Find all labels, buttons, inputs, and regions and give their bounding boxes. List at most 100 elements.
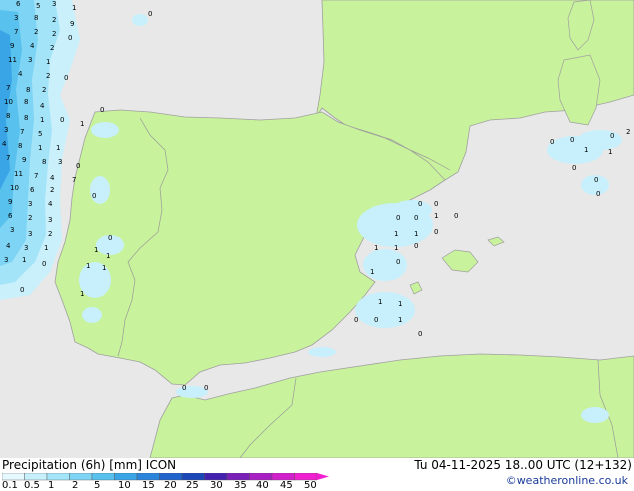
map-value-label: 4 [48, 200, 53, 208]
map-value-label: 0 [396, 214, 400, 222]
map-value-label: 0 [434, 228, 438, 236]
map-value-label: 9 [8, 198, 12, 206]
map-value-label: 2 [34, 28, 38, 36]
map-value-label: 0 [418, 200, 422, 208]
map-value-label: 2 [50, 186, 54, 194]
map-value-label: 7 [20, 128, 24, 136]
map-value-label: 2 [48, 230, 52, 238]
map-value-label: 4 [50, 174, 55, 182]
map-value-label: 8 [18, 142, 22, 150]
credit-link[interactable]: ©weatheronline.co.uk [506, 474, 628, 487]
map-value-label: 0 [182, 384, 186, 392]
map-value-label: 0 [68, 34, 72, 42]
map-value-label: 6 [30, 186, 35, 194]
map-value-label: 3 [28, 56, 32, 64]
map-value-label: 0 [92, 192, 96, 200]
map-value-label: 5 [38, 130, 42, 138]
legend-swatch [294, 473, 318, 481]
map-value-label: 0 [570, 136, 574, 144]
map-value-label: 0 [454, 212, 458, 220]
map-value-label: 0 [100, 106, 104, 114]
map-value-label: 3 [10, 226, 14, 234]
legend-tick-label: 35 [234, 480, 247, 491]
legend-swatch [114, 473, 138, 481]
map-value-label: 1 [38, 144, 42, 152]
map-value-label: 1 [584, 146, 588, 154]
map-value-label: 0 [396, 258, 400, 266]
legend-swatch [136, 473, 160, 481]
legend-tick-label: 40 [256, 480, 269, 491]
map-value-label: 4 [18, 70, 23, 78]
map-value-label: 4 [2, 140, 7, 148]
map-value-label: 0 [414, 242, 418, 250]
map-value-label: 0 [414, 214, 418, 222]
legend-tick-label: 1 [48, 480, 55, 491]
map-value-label: 7 [14, 28, 18, 36]
map-value-label: 0 [572, 164, 576, 172]
precipitation-map[interactable]: 6 5 3 103 8 2 97 2 2 09 4 211 3 14 2 07 8 210 8 4 08 8 13 7 50 14… [0, 0, 634, 458]
map-value-label: 0 [550, 138, 554, 146]
map-value-label: 1 [94, 246, 98, 254]
map-value-label: 0 [148, 10, 152, 18]
legend-swatch [24, 473, 48, 481]
legend-arrow [317, 473, 329, 480]
map-value-label: 2 [626, 128, 630, 136]
map-value-label: 2 [28, 214, 32, 222]
map-value-label: 1 [370, 268, 374, 276]
map-value-label: 1 [44, 244, 48, 252]
legend-swatch [91, 473, 115, 481]
legend-tick-label: 0.1 [2, 480, 18, 491]
legend-tick-label: 0.5 [24, 480, 40, 491]
map-value-label: 6 [8, 212, 13, 220]
map-value-label: 3 [48, 216, 52, 224]
map-value-label: 0 [76, 162, 80, 170]
legend-tick-label: 25 [186, 480, 199, 491]
map-value-label: 2 [52, 16, 56, 24]
legend-tick-label: 2 [72, 480, 79, 491]
legend-swatch [46, 473, 70, 481]
map-value-label: 1 [378, 298, 382, 306]
map-value-label: 1 [608, 148, 612, 156]
map-value-label: 1 [374, 244, 378, 252]
map-value-label: 2 [50, 44, 54, 52]
map-value-label: 1 [22, 256, 26, 264]
map-value-label: 1 [40, 116, 44, 124]
map-value-label: 8 [42, 158, 46, 166]
map-value-label: 1 [102, 264, 106, 272]
map-value-label: 6 [16, 0, 21, 8]
map-value-label: 4 [40, 102, 45, 110]
map-value-label: 0 [60, 116, 64, 124]
map-value-label: 1 [80, 120, 84, 128]
legend-swatch [69, 473, 93, 481]
map-value-label: 3 [14, 14, 18, 22]
map-value-label: 4 [6, 242, 11, 250]
map-value-label: 7 [6, 84, 10, 92]
map-value-label: 10 [4, 98, 13, 106]
map-value-label: 11 [14, 170, 23, 178]
map-value-label: 11 [8, 56, 17, 64]
map-value-label: 8 [34, 14, 38, 22]
map-value-label: 1 [394, 230, 398, 238]
map-value-label: 1 [414, 230, 418, 238]
map-value-label: 0 [64, 74, 68, 82]
map-value-label: 3 [52, 0, 56, 8]
map-value-label: 1 [56, 144, 60, 152]
legend-tick-label: 10 [118, 480, 131, 491]
map-value-label: 0 [594, 176, 598, 184]
map-value-label: 3 [28, 230, 32, 238]
map-value-label: 3 [24, 244, 28, 252]
map-value-label: 2 [52, 30, 56, 38]
map-value-label: 2 [46, 72, 50, 80]
legend-tick-label: 45 [280, 480, 293, 491]
map-value-label: 4 [30, 42, 35, 50]
map-value-label: 0 [42, 260, 46, 268]
map-value-label: 1 [398, 300, 402, 308]
map-value-label: 1 [46, 58, 50, 66]
map-value-label: 0 [204, 384, 208, 392]
footer: Precipitation (6h) [mm] ICON Tu 04-11-20… [0, 458, 634, 491]
map-value-label: 3 [4, 256, 8, 264]
map-value-label: 1 [394, 244, 398, 252]
map-value-label: 3 [58, 158, 62, 166]
legend-tick-label: 20 [164, 480, 177, 491]
legend-swatch [2, 473, 25, 481]
